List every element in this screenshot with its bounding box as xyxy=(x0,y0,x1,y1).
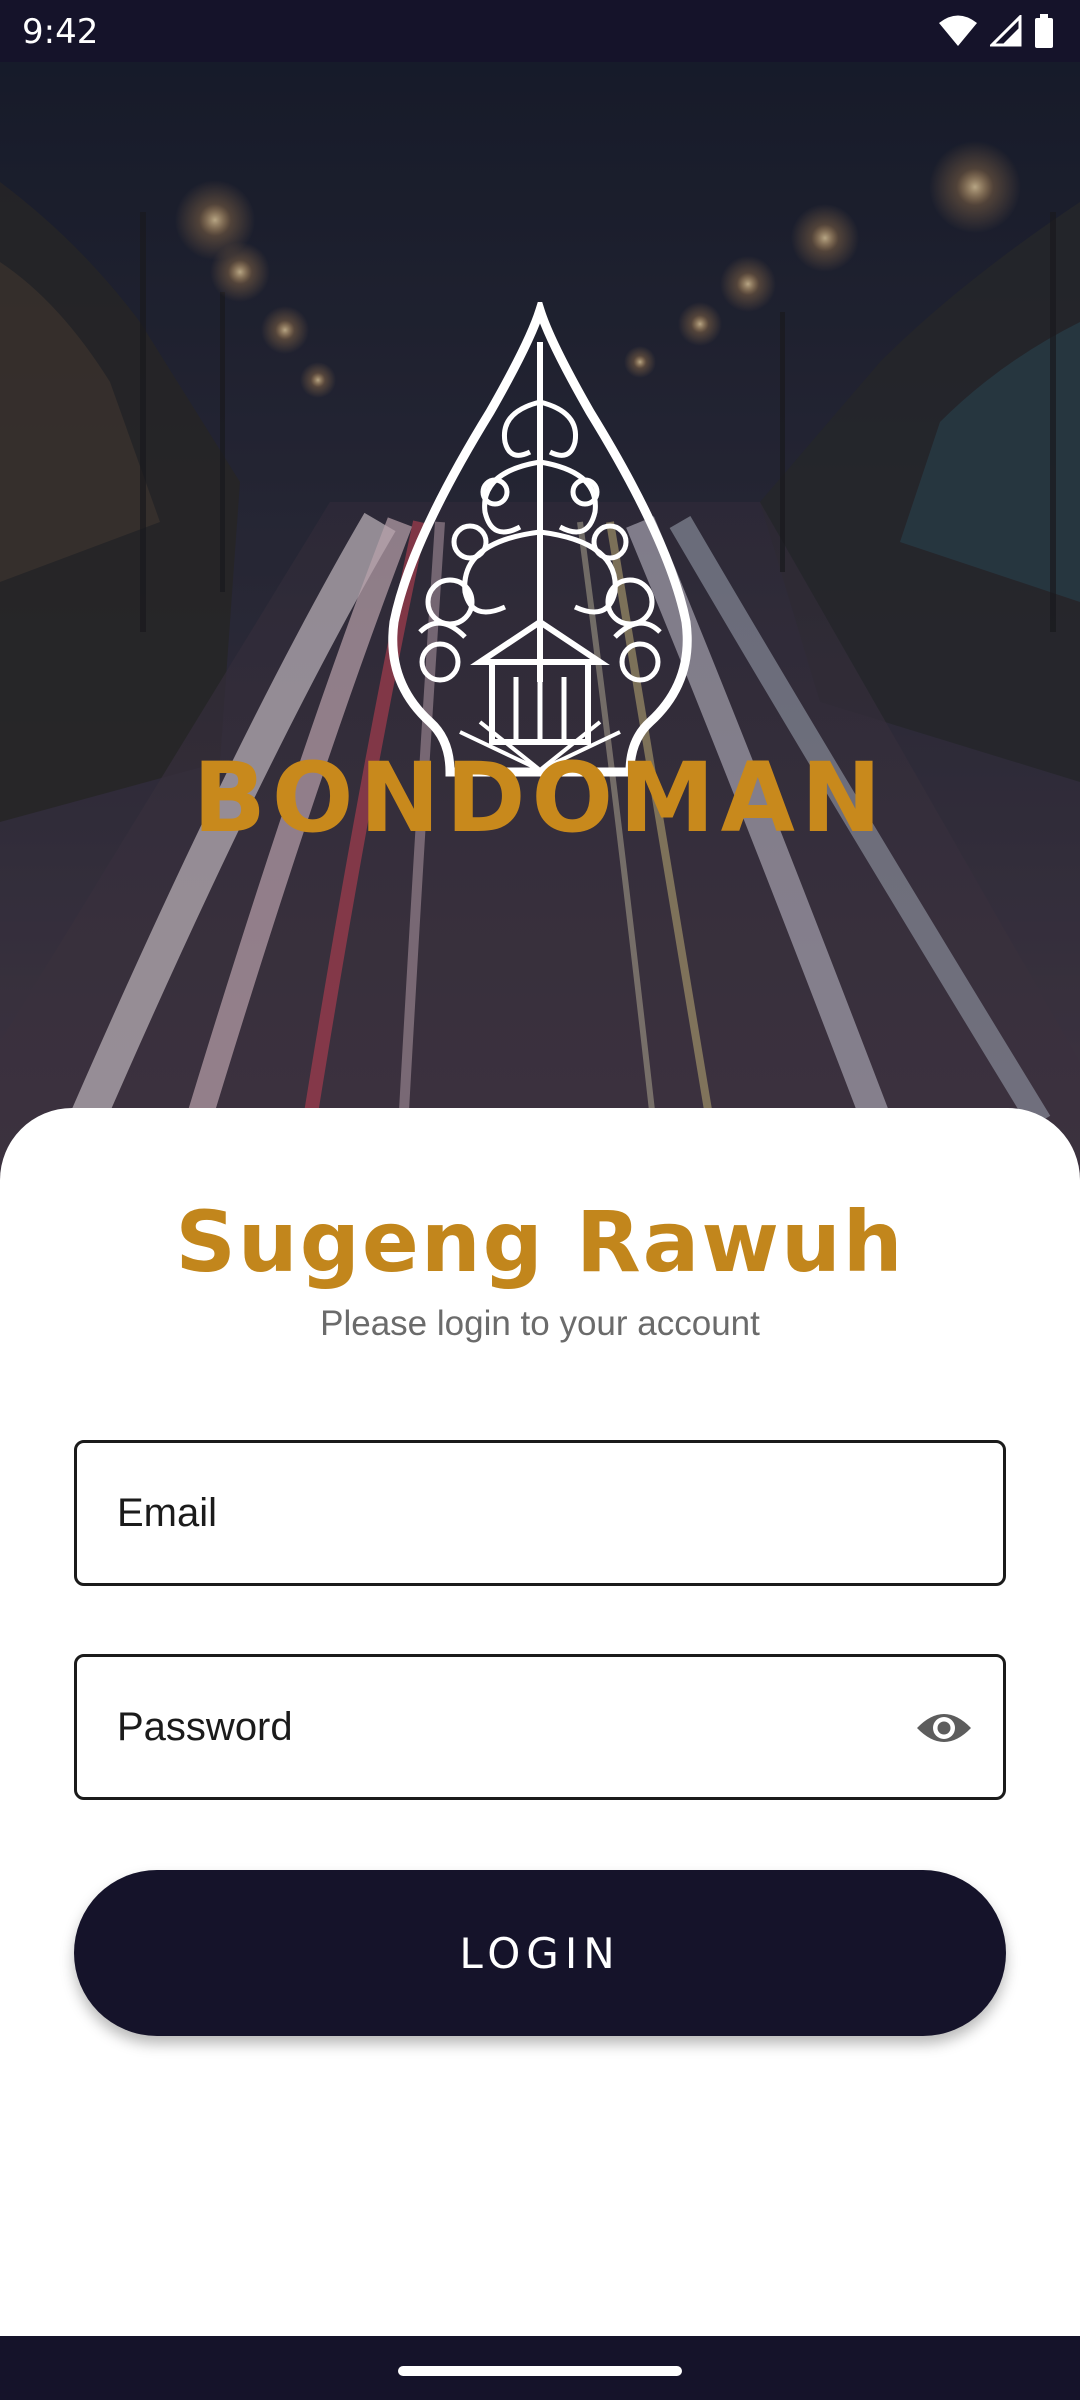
welcome-title: Sugeng Rawuh xyxy=(175,1193,905,1291)
brand-name: BONDOMAN xyxy=(192,742,888,854)
navigation-bar xyxy=(0,2336,1080,2400)
hero-background: BONDOMAN xyxy=(0,62,1080,1182)
login-card: Sugeng Rawuh Please login to your accoun… xyxy=(0,1108,1080,2336)
password-field[interactable] xyxy=(74,1654,1006,1800)
login-button[interactable]: LOGIN xyxy=(74,1870,1006,2036)
eye-icon[interactable] xyxy=(915,1700,973,1756)
gunungan-logo-icon xyxy=(380,294,700,802)
email-input[interactable] xyxy=(115,1443,875,1583)
status-bar: 9:42 xyxy=(0,0,1080,62)
password-input[interactable] xyxy=(115,1657,875,1797)
battery-icon xyxy=(1034,14,1054,53)
email-field[interactable] xyxy=(74,1440,1006,1586)
login-screen: 9:42 BONDOMAN Sugeng Rawuh Please login … xyxy=(0,0,1080,2400)
status-icons xyxy=(938,13,1054,53)
status-time: 9:42 xyxy=(22,12,99,52)
welcome-subtitle: Please login to your account xyxy=(320,1304,760,1343)
wifi-icon xyxy=(938,14,978,53)
signal-icon xyxy=(988,13,1022,52)
home-indicator[interactable] xyxy=(398,2366,682,2376)
